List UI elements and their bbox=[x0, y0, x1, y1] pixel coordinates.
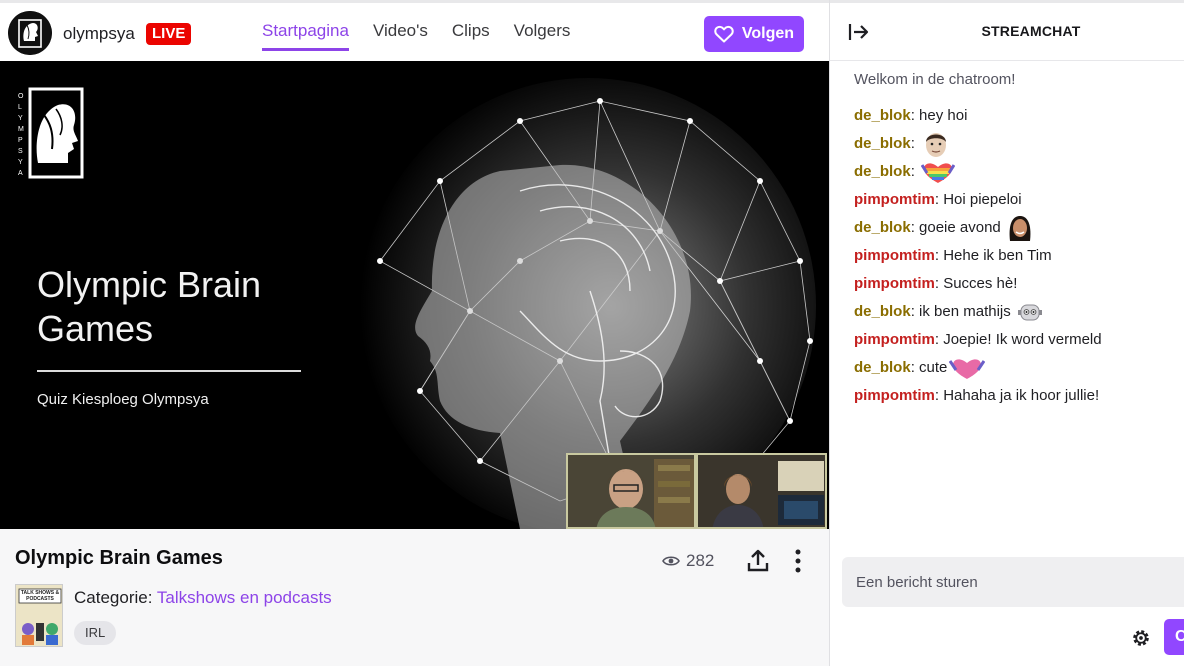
follow-button[interactable]: Volgen bbox=[704, 16, 804, 52]
chat-username[interactable]: de_blok bbox=[854, 162, 911, 182]
face-emote-icon bbox=[926, 133, 947, 157]
chat-username[interactable]: pimpomtim bbox=[854, 274, 935, 294]
tab-clips[interactable]: Clips bbox=[452, 3, 490, 61]
chat-username[interactable]: de_blok bbox=[854, 358, 911, 378]
video-player[interactable]: OLYMPSYA Olympic Brain Games Quiz Kiespl… bbox=[0, 61, 829, 529]
webcam-feed-1 bbox=[566, 453, 696, 529]
chat-send-button[interactable]: Chatten bbox=[1164, 619, 1184, 655]
chat-title: STREAMCHAT bbox=[981, 23, 1081, 39]
chat-text: hey hoi bbox=[919, 107, 968, 124]
channel-nav: Startpagina Video's Clips Volgers bbox=[262, 3, 570, 61]
category-link[interactable]: Talkshows en podcasts bbox=[157, 588, 332, 607]
chat-messages: Welkom in de chatroom! de_blok: hey hoi … bbox=[854, 70, 1184, 414]
slide-subtitle: Quiz Kiesploeg Olympsya bbox=[37, 391, 209, 408]
chat-text: Hahaha ja ik hoor jullie! bbox=[943, 387, 1100, 404]
woman-emote-icon bbox=[1009, 216, 1031, 241]
chat-text: Hoi piepeloi bbox=[943, 191, 1022, 208]
chat-text: goeie avond bbox=[919, 219, 1001, 236]
tab-startpagina[interactable]: Startpagina bbox=[262, 3, 349, 61]
olympsya-logo-text: OLYMPSYA bbox=[18, 93, 25, 177]
chat-username[interactable]: de_blok bbox=[854, 134, 911, 154]
tab-volgers[interactable]: Volgers bbox=[514, 3, 571, 61]
channel-avatar[interactable] bbox=[8, 11, 52, 55]
tag-irl[interactable]: IRL bbox=[74, 621, 117, 645]
webcam-feed-2 bbox=[696, 453, 827, 529]
heart-icon bbox=[714, 25, 734, 43]
category-line: Categorie: Talkshows en podcasts bbox=[74, 588, 332, 608]
live-badge: LIVE bbox=[146, 23, 192, 45]
chat-username[interactable]: de_blok bbox=[854, 218, 911, 238]
chat-text: Hehe ik ben Tim bbox=[943, 247, 1052, 264]
channel-header: olympsya LIVE Startpagina Video's Clips … bbox=[0, 0, 829, 61]
chat-message-input[interactable] bbox=[842, 557, 1184, 607]
follow-label: Volgen bbox=[741, 25, 795, 42]
chat-username[interactable]: de_blok bbox=[854, 106, 911, 126]
eye-icon bbox=[662, 556, 680, 566]
tab-videos[interactable]: Video's bbox=[373, 3, 428, 61]
viewer-count-value: 282 bbox=[686, 551, 715, 570]
chat-username[interactable]: pimpomtim bbox=[854, 190, 935, 210]
chat-text: cute bbox=[919, 359, 948, 376]
chat-panel: STREAMCHAT Welkom in de chatroom! de_blo… bbox=[829, 0, 1184, 666]
stream-info: Olympic Brain Games 282 TALK SHOWS & POD… bbox=[0, 529, 829, 666]
chat-header: STREAMCHAT bbox=[830, 0, 1184, 61]
main-panel: olympsya LIVE Startpagina Video's Clips … bbox=[0, 0, 829, 666]
gear-icon[interactable] bbox=[1130, 627, 1152, 649]
rainbow-heart-emote-icon bbox=[921, 163, 956, 183]
category-thumbnail-text: TALK SHOWS & PODCASTS bbox=[20, 590, 60, 602]
share-icon[interactable] bbox=[744, 547, 772, 575]
category-label: Categorie: bbox=[74, 588, 153, 607]
chat-text: ik ben mathijs bbox=[919, 303, 1011, 320]
slide-divider bbox=[37, 370, 301, 372]
stream-title: Olympic Brain Games bbox=[15, 547, 223, 569]
category-thumbnail[interactable]: TALK SHOWS & PODCASTS bbox=[15, 584, 63, 647]
channel-name[interactable]: olympsya bbox=[63, 24, 135, 44]
chat-message: pimpomtim: Hahaha ja ik hoor jullie! bbox=[854, 386, 1100, 406]
chat-username[interactable]: pimpomtim bbox=[854, 246, 935, 266]
robot-emote-icon bbox=[1017, 304, 1042, 321]
viewer-count: 282 bbox=[662, 551, 714, 571]
pink-heart-emote-icon bbox=[949, 359, 986, 379]
chat-text: Succes hè! bbox=[943, 275, 1018, 292]
chat-text: Joepie! Ik word vermeld bbox=[943, 331, 1102, 348]
slide-title: Olympic Brain Games bbox=[37, 264, 262, 349]
chat-username[interactable]: pimpomtim bbox=[854, 386, 935, 406]
chat-username[interactable]: de_blok bbox=[854, 302, 911, 322]
more-options-icon[interactable] bbox=[786, 547, 810, 575]
chat-username[interactable]: pimpomtim bbox=[854, 330, 935, 350]
